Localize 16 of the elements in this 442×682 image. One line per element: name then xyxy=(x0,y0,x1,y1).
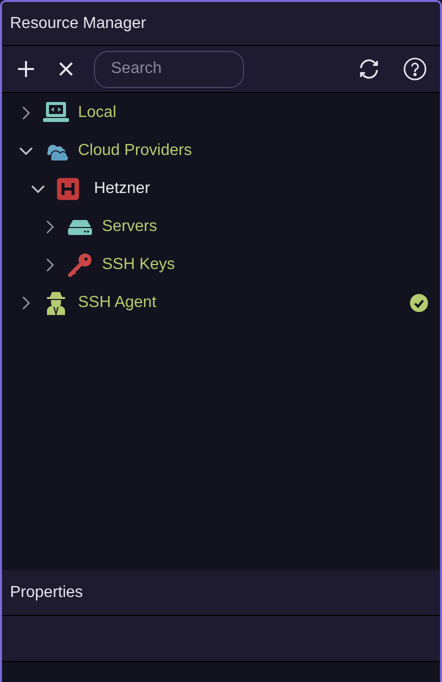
tree-item-label[interactable]: Cloud Providers xyxy=(78,139,192,163)
h-logo-icon xyxy=(54,175,82,203)
close-icon xyxy=(58,61,74,77)
refresh-icon xyxy=(357,57,381,81)
search-field[interactable]: Search xyxy=(94,50,244,88)
tree-item-label[interactable]: Local xyxy=(78,101,116,125)
window-title: Resource Manager xyxy=(10,14,146,34)
panel-title: Properties xyxy=(10,582,83,602)
tree-item-label[interactable]: SSH Agent xyxy=(78,291,156,315)
help-button[interactable] xyxy=(402,56,428,82)
tree-item-label[interactable]: Servers xyxy=(102,215,158,239)
tree-item-label[interactable]: Hetzner xyxy=(94,177,150,201)
key-icon xyxy=(66,251,94,279)
tree-item-label[interactable]: SSH Keys xyxy=(102,253,175,277)
plus-icon xyxy=(16,59,36,79)
help-icon xyxy=(403,57,427,81)
